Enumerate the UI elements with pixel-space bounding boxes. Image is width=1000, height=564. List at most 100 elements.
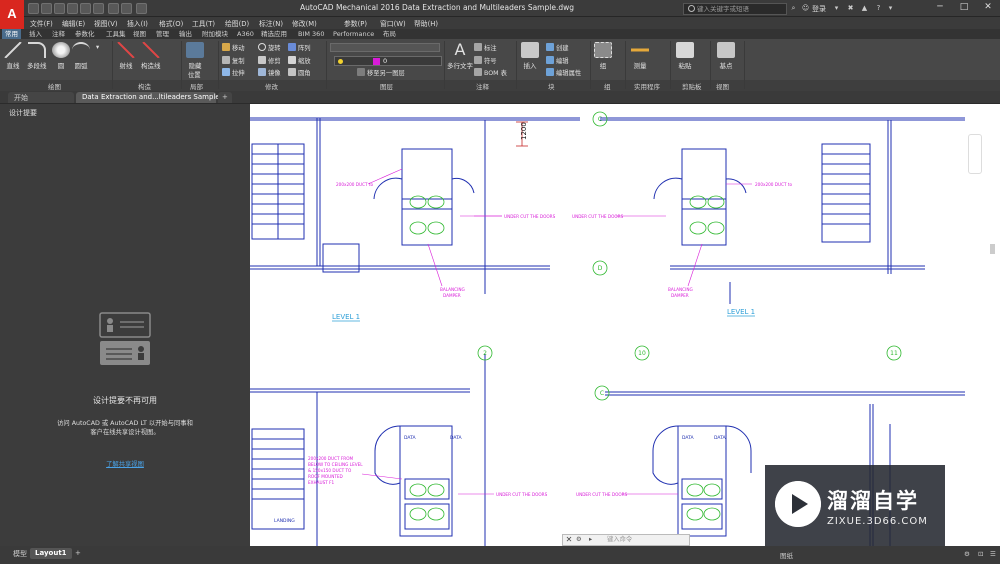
draw-dropdown-icon[interactable]: ▾ — [96, 44, 99, 51]
measure-tool[interactable]: 测量 — [631, 42, 649, 70]
tab-parametric[interactable]: 参数化 — [72, 29, 98, 39]
tab-a360[interactable]: A360 — [234, 29, 257, 39]
gear-icon[interactable]: ⚙ — [964, 550, 970, 558]
tab-output[interactable]: 输出 — [176, 29, 195, 39]
group-tool[interactable]: 组 — [594, 42, 612, 70]
tab-layout[interactable]: 布局 — [380, 29, 399, 39]
xline-tool[interactable]: 构造线 — [141, 42, 161, 70]
menu-window[interactable]: 窗口(W) — [380, 18, 406, 28]
tab-featured-apps[interactable]: 精选应用 — [258, 29, 290, 39]
menu-icon[interactable]: ☰ — [990, 550, 996, 558]
paste-tool[interactable]: 粘贴 — [676, 42, 694, 70]
panel-view-label[interactable]: 视图 — [716, 81, 729, 91]
navigation-bar[interactable] — [968, 134, 982, 174]
recent-commands-icon[interactable]: ▸ — [589, 535, 592, 545]
panel-partial-label[interactable]: 局部 — [190, 81, 203, 91]
scale-button[interactable]: 缩放 — [288, 56, 311, 65]
tab-manage[interactable]: 管理 — [153, 29, 172, 39]
rotate-button[interactable]: 旋转 — [258, 43, 281, 52]
chevron-down-icon[interactable]: ▾ — [832, 4, 841, 13]
maximize-button[interactable]: □ — [952, 1, 976, 15]
menu-view[interactable]: 视图(V) — [94, 18, 118, 28]
arc-tool[interactable]: 圆弧 — [72, 42, 90, 70]
a360-icon[interactable]: ▲ — [860, 4, 869, 13]
tab-bim360[interactable]: BIM 360 — [295, 29, 327, 39]
search-input[interactable]: 键入关键字或短语 — [683, 3, 787, 15]
plot-icon[interactable] — [93, 3, 104, 14]
fullscreen-icon[interactable]: ⊡ — [978, 550, 983, 558]
tab-view[interactable]: 视图 — [130, 29, 149, 39]
user-icon[interactable]: ☺ — [801, 4, 810, 13]
panel-utilities-label[interactable]: 实用程序 — [634, 81, 660, 91]
menu-dimension[interactable]: 标注(N) — [259, 18, 283, 28]
save-as-icon[interactable] — [67, 3, 78, 14]
edit-block-button[interactable]: 编辑 — [546, 56, 569, 65]
tab-home[interactable]: 常用 — [2, 29, 21, 39]
polyline-tool[interactable]: 多段线 — [27, 42, 47, 70]
panel-annotation-label[interactable]: 注释 — [476, 81, 489, 91]
tab-annotate[interactable]: 注释 — [49, 29, 68, 39]
app-menu-button[interactable]: A — [0, 0, 24, 30]
menu-help[interactable]: 帮助(H) — [414, 18, 438, 28]
move-button[interactable]: 移动 — [222, 43, 245, 52]
array-button[interactable]: 阵列 — [288, 43, 311, 52]
workspace-dropdown-icon[interactable] — [136, 3, 147, 14]
hide-tool[interactable]: 隐藏 — [186, 42, 204, 70]
fillet-button[interactable]: 圆角 — [288, 68, 311, 77]
add-layout-button[interactable]: + — [70, 548, 86, 559]
menu-parametric[interactable]: 参数(P) — [344, 18, 367, 28]
tab-toolsets[interactable]: 工具集 — [103, 29, 129, 39]
panel-clipboard-label[interactable]: 剪贴板 — [682, 81, 702, 91]
trim-button[interactable]: 修剪 — [258, 56, 281, 65]
menu-tools[interactable]: 工具(T) — [192, 18, 215, 28]
layer-toolbar[interactable] — [330, 43, 440, 52]
panel-block-label[interactable]: 块 — [548, 81, 555, 91]
undo-icon[interactable] — [108, 3, 119, 14]
redo-icon[interactable] — [121, 3, 132, 14]
wrench-icon[interactable]: ⚙ — [576, 535, 582, 545]
tab-model[interactable]: 模型 — [8, 548, 32, 559]
open-file-icon[interactable] — [41, 3, 52, 14]
menu-format[interactable]: 格式(O) — [159, 18, 183, 28]
menu-edit[interactable]: 编辑(E) — [62, 18, 85, 28]
tab-performance[interactable]: Performance — [330, 29, 377, 39]
panel-draw-label[interactable]: 绘图 — [48, 81, 61, 91]
mirror-button[interactable]: 镜像 — [258, 68, 281, 77]
panel-construct-label[interactable]: 构造 — [138, 81, 151, 91]
panel-groups-label[interactable]: 组 — [604, 81, 611, 91]
move-to-layer-button[interactable]: 移至另一图层 — [357, 68, 405, 77]
learn-shared-views-link[interactable]: 了解共享视图 — [60, 459, 190, 468]
vertical-scrollbar[interactable] — [984, 104, 1000, 546]
close-icon[interactable]: ✕ — [563, 535, 575, 545]
menu-file[interactable]: 文件(F) — [30, 18, 53, 28]
new-file-icon[interactable] — [28, 3, 39, 14]
scroll-thumb[interactable] — [990, 244, 995, 254]
ray-tool[interactable]: 射线 — [117, 42, 135, 70]
mtext-tool[interactable]: A 多行文字 — [447, 42, 473, 71]
copy-button[interactable]: 复制 — [222, 56, 245, 65]
layer-dropdown[interactable]: 0 — [334, 56, 442, 66]
tab-start[interactable]: 开始 — [8, 92, 74, 103]
command-line[interactable]: ✕ ⚙ ▸ 键入命令 — [562, 534, 690, 546]
stretch-button[interactable]: 拉伸 — [222, 68, 245, 77]
symbol-button[interactable]: 符号 — [474, 56, 497, 65]
minimize-button[interactable]: ─ — [928, 1, 952, 15]
close-button[interactable]: ✕ — [976, 1, 1000, 15]
create-block-button[interactable]: 创建 — [546, 43, 569, 52]
paper-space-toggle[interactable]: 图纸 — [780, 550, 793, 560]
exchange-icon[interactable]: ✖ — [846, 4, 855, 13]
binoculars-icon[interactable]: ⌕ — [789, 4, 798, 13]
web-mobile-icon[interactable] — [80, 3, 91, 14]
menu-modify[interactable]: 修改(M) — [292, 18, 317, 28]
tab-addins[interactable]: 附加模块 — [199, 29, 231, 39]
tab-current-drawing[interactable]: Data Extraction and...ltileaders Sample* — [76, 92, 223, 103]
insert-block-tool[interactable]: 插入 — [521, 42, 539, 70]
menu-draw[interactable]: 绘图(D) — [225, 18, 249, 28]
circle-tool[interactable]: 圆 — [52, 42, 70, 70]
edit-attributes-button[interactable]: 编辑属性 — [546, 68, 581, 77]
panel-layers-label[interactable]: 图层 — [380, 81, 393, 91]
new-tab-button[interactable]: + — [218, 92, 232, 103]
login-button[interactable]: 登录 — [812, 4, 826, 14]
chevron-down-icon[interactable]: ▾ — [886, 4, 895, 13]
line-tool[interactable]: 直线 — [4, 42, 22, 70]
